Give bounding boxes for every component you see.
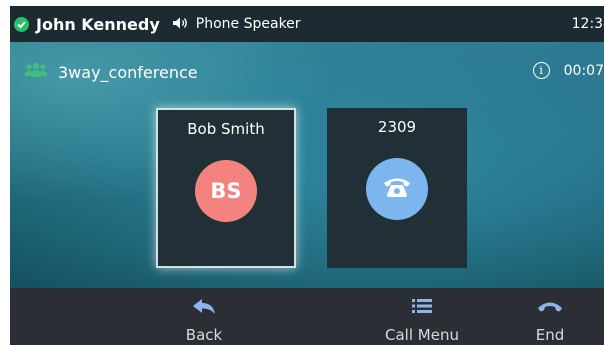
back-arrow-icon	[192, 298, 216, 320]
audio-mode-label: Phone Speaker	[195, 16, 301, 32]
conference-users-icon	[24, 62, 48, 82]
hang-up-icon	[537, 298, 563, 317]
end-label: End	[535, 326, 565, 344]
participant-card[interactable]: 2309	[327, 108, 467, 268]
conference-title: 3way_conference	[58, 62, 198, 82]
participant-number: 2309	[377, 118, 417, 136]
back-softkey[interactable]: Back	[164, 288, 244, 345]
softkey-bar: Back Call Menu End	[10, 288, 604, 345]
call-timer: 00:07	[563, 62, 604, 79]
info-icon[interactable]: i	[532, 62, 550, 79]
participant-avatar: BS	[195, 160, 257, 222]
phone-screen: John Kennedy Phone Speaker 12:34	[10, 6, 604, 345]
call-info: i 00:07	[532, 62, 604, 79]
participant-card[interactable]: Bob Smith BS	[156, 108, 296, 268]
participant-avatar	[366, 158, 428, 220]
call-area: 3way_conference i 00:07 Bob Smith BS 230…	[10, 42, 604, 288]
back-label: Back	[185, 326, 223, 344]
clock: 12:34	[571, 16, 604, 32]
audio-mode: Phone Speaker	[172, 15, 301, 34]
end-call-softkey[interactable]: End	[520, 288, 580, 345]
status-bar: John Kennedy Phone Speaker 12:34	[10, 6, 604, 42]
call-menu-softkey[interactable]: Call Menu	[374, 288, 470, 345]
call-menu-label: Call Menu	[385, 326, 459, 344]
speaker-icon	[172, 15, 190, 34]
registered-check-icon	[14, 16, 29, 32]
participant-name: Bob Smith	[187, 120, 265, 138]
conference-header: 3way_conference	[24, 62, 198, 82]
phone-icon	[382, 175, 412, 203]
menu-list-icon	[412, 298, 432, 318]
account-name: John Kennedy	[36, 14, 160, 34]
avatar-initials: BS	[210, 179, 242, 203]
